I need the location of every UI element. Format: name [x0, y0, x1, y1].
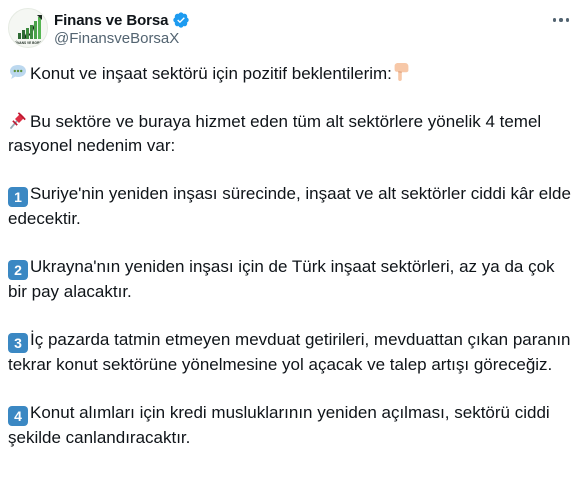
tweet-item-3: 3 İç pazarda tatmin etmeyen mevduat getir…: [8, 328, 576, 377]
tweet-item-2: 2 Ukrayna'nın yeniden inşası için de Türk…: [8, 255, 576, 304]
more-dot: [565, 18, 570, 22]
tweet-reason-line: Bu sektöre ve buraya hizmet eden tüm alt…: [8, 110, 576, 158]
tweet-intro-line: Konut ve inşaat sektörü için pozitif bek…: [8, 62, 576, 86]
verified-badge-icon[interactable]: [172, 11, 190, 29]
reason-text: Bu sektöre ve buraya hizmet eden tüm alt…: [8, 112, 542, 155]
pointing-down-emoji: [392, 62, 412, 82]
avatar[interactable]: FİNANS VE BORSA: [8, 8, 48, 48]
more-icon[interactable]: [548, 10, 574, 30]
keycap-three-emoji: 3: [8, 333, 28, 353]
author-display-name[interactable]: Finans ve Borsa: [54, 12, 168, 29]
author-name-row[interactable]: Finans ve Borsa: [54, 10, 190, 30]
more-dot: [559, 18, 563, 22]
tweet-item-1: 1 Suriye'nin yeniden inşası sürecinde, in…: [8, 182, 576, 231]
item-text: Konut alımları için kredi musluklarının …: [8, 403, 550, 447]
item-text: Ukrayna'nın yeniden inşası için de Türk …: [8, 257, 555, 301]
intro-text: Konut ve inşaat sektörü için pozitif bek…: [30, 64, 392, 83]
item-text: Suriye'nin yeniden inşası sürecinde, inş…: [8, 184, 571, 228]
more-dot: [552, 18, 557, 22]
svg-text:FİNANS VE BORSA: FİNANS VE BORSA: [14, 41, 44, 45]
tweet-text: Konut ve inşaat sektörü için pozitif bek…: [8, 62, 576, 450]
author-handle[interactable]: @FinansveBorsaX: [54, 30, 179, 47]
finans-ve-borsa-logo: FİNANS VE BORSA: [14, 15, 44, 45]
keycap-four-emoji: 4: [8, 406, 28, 426]
tweet-header: FİNANS VE BORSA Finans ve Borsa @Finansv…: [8, 8, 578, 50]
tweet-item-4: 4 Konut alımları için kredi musluklarının…: [8, 401, 576, 450]
pushpin-emoji: [8, 110, 28, 130]
keycap-one-emoji: 1: [8, 187, 28, 207]
item-text: İç pazarda tatmin etmeyen mevduat getiri…: [8, 330, 571, 374]
keycap-two-emoji: 2: [8, 260, 28, 280]
speech-bubble-emoji: [8, 62, 28, 82]
